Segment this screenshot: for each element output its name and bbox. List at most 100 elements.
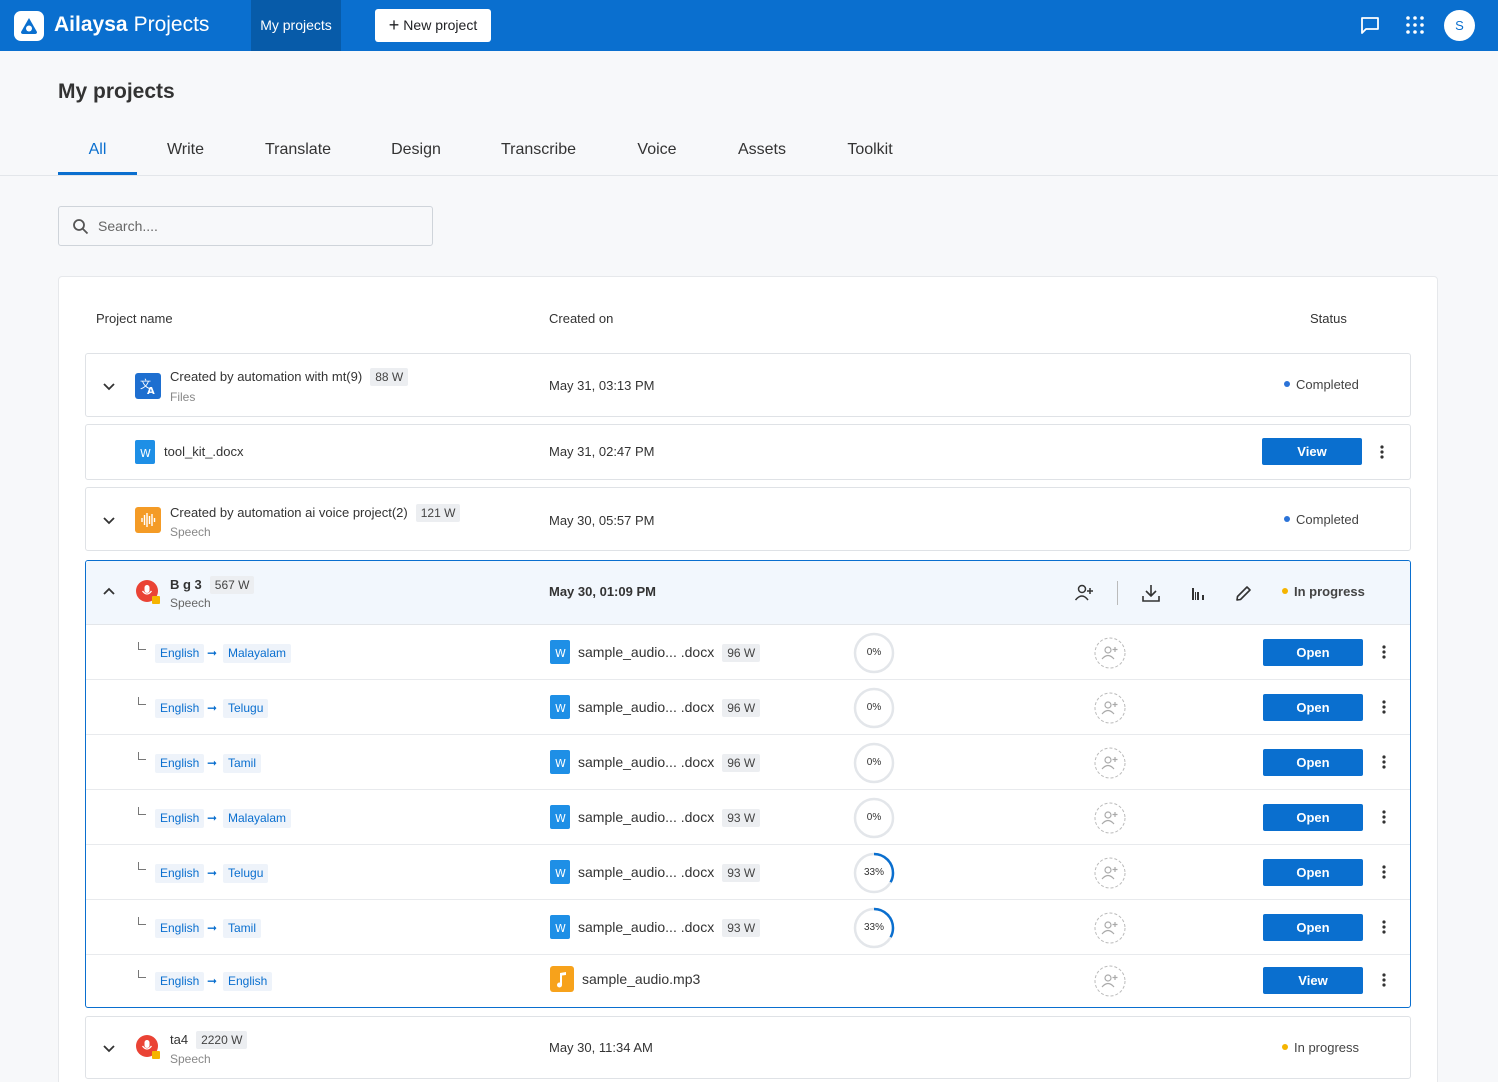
- created-date: May 31, 03:13 PM: [549, 378, 655, 393]
- assign-user-icon[interactable]: [1094, 637, 1126, 669]
- download-icon[interactable]: [1141, 583, 1161, 603]
- analytics-icon[interactable]: [1188, 583, 1208, 603]
- created-date: May 30, 11:34 AM: [549, 1040, 653, 1055]
- open-button[interactable]: Open: [1263, 859, 1363, 886]
- view-button[interactable]: View: [1263, 967, 1363, 994]
- tab-transcribe[interactable]: Transcribe: [490, 135, 587, 175]
- open-button[interactable]: Open: [1263, 804, 1363, 831]
- task-row[interactable]: English ➞ Tamil W sample_audio... .docx 9…: [86, 735, 1410, 790]
- file-name: sample_audio... .docx 96 W: [578, 644, 761, 662]
- tab-assets[interactable]: Assets: [726, 135, 798, 175]
- apps-grid-icon[interactable]: [1404, 14, 1426, 36]
- progress-label: 0%: [866, 647, 882, 658]
- target-language: Tamil: [223, 919, 262, 938]
- word-count-badge: 93 W: [722, 809, 761, 827]
- arrow-right-icon: ➞: [207, 974, 218, 988]
- audio-file-icon: [550, 966, 574, 992]
- svg-text:A: A: [147, 386, 155, 397]
- source-language: English: [155, 644, 205, 663]
- add-user-icon[interactable]: [1074, 583, 1094, 603]
- more-options-icon[interactable]: [1376, 754, 1392, 770]
- more-options-icon[interactable]: [1374, 444, 1390, 460]
- brand[interactable]: Ailaysa Projects: [54, 13, 209, 37]
- tab-translate[interactable]: Translate: [254, 135, 342, 175]
- progress-label: 33%: [863, 922, 884, 933]
- project-row[interactable]: B g 3 567 W Speech May 30, 01:09 PM In pr…: [86, 561, 1410, 625]
- task-row[interactable]: English ➞ Telugu W sample_audio... .docx…: [86, 680, 1410, 735]
- search-box[interactable]: [58, 206, 433, 246]
- word-count-badge: 96 W: [722, 754, 761, 772]
- target-language: Malayalam: [223, 644, 292, 663]
- more-options-icon[interactable]: [1376, 864, 1392, 880]
- assign-user-icon[interactable]: [1094, 965, 1126, 997]
- project-row[interactable]: Created by automation ai voice project(2…: [85, 487, 1411, 551]
- task-row[interactable]: English ➞ Malayalam W sample_audio... .d…: [86, 790, 1410, 845]
- more-options-icon[interactable]: [1376, 919, 1392, 935]
- task-row[interactable]: English ➞ Telugu W sample_audio... .docx…: [86, 845, 1410, 900]
- progress-label: 0%: [866, 757, 882, 768]
- chat-icon[interactable]: [1359, 14, 1381, 36]
- arrow-right-icon: ➞: [207, 921, 218, 935]
- word-count-badge: 93 W: [722, 919, 761, 937]
- tab-voice[interactable]: Voice: [626, 135, 688, 175]
- ailaysa-logo-icon[interactable]: [14, 11, 44, 41]
- assign-user-icon[interactable]: [1094, 692, 1126, 724]
- arrow-right-icon: ➞: [207, 811, 218, 825]
- nav-my-projects[interactable]: My projects: [251, 0, 341, 51]
- open-button[interactable]: Open: [1263, 749, 1363, 776]
- word-count-badge: 2220 W: [196, 1031, 248, 1049]
- svg-text:W: W: [555, 812, 566, 825]
- view-button[interactable]: View: [1262, 438, 1362, 465]
- source-language: English: [155, 754, 205, 773]
- project-type: Files: [170, 390, 196, 404]
- tab-all[interactable]: All: [58, 135, 137, 175]
- more-options-icon[interactable]: [1376, 644, 1392, 660]
- more-options-icon[interactable]: [1376, 699, 1392, 715]
- open-button[interactable]: Open: [1263, 914, 1363, 941]
- tab-write[interactable]: Write: [155, 135, 216, 175]
- page-title: My projects: [58, 80, 175, 103]
- assign-user-icon[interactable]: [1094, 912, 1126, 944]
- created-date: May 30, 05:57 PM: [549, 513, 655, 528]
- chevron-down-icon[interactable]: [102, 1041, 116, 1055]
- assign-user-icon[interactable]: [1094, 802, 1126, 834]
- open-button[interactable]: Open: [1263, 639, 1363, 666]
- edit-pencil-icon[interactable]: [1234, 583, 1254, 603]
- tab-design[interactable]: Design: [380, 135, 452, 175]
- more-options-icon[interactable]: [1376, 809, 1392, 825]
- word-count-badge: 96 W: [722, 699, 761, 717]
- search-input[interactable]: [98, 215, 418, 237]
- project-row[interactable]: ta4 2220 W Speech May 30, 11:34 AM In pro…: [85, 1016, 1411, 1079]
- source-language: English: [155, 864, 205, 883]
- project-type: Speech: [170, 596, 211, 610]
- task-row[interactable]: English ➞ English sample_audio.mp3 View: [86, 955, 1410, 1007]
- open-button[interactable]: Open: [1263, 694, 1363, 721]
- avatar[interactable]: S: [1444, 10, 1475, 41]
- status-badge: In progress: [1282, 584, 1365, 599]
- new-project-button[interactable]: + New project: [375, 9, 491, 42]
- arrow-right-icon: ➞: [207, 701, 218, 715]
- file-name: sample_audio... .docx 93 W: [578, 919, 761, 937]
- tab-toolkit[interactable]: Toolkit: [836, 135, 904, 175]
- word-doc-icon: W: [550, 915, 570, 939]
- expanded-project: B g 3 567 W Speech May 30, 01:09 PM In pr…: [85, 560, 1411, 1008]
- search-icon: [73, 219, 89, 235]
- task-row[interactable]: English ➞ Malayalam W sample_audio... .d…: [86, 625, 1410, 680]
- word-count-badge: 88 W: [370, 368, 409, 386]
- svg-text:W: W: [140, 447, 151, 460]
- status-badge: In progress: [1282, 1040, 1359, 1055]
- chevron-down-icon[interactable]: [102, 379, 116, 393]
- file-row[interactable]: W tool_kit_.docx May 31, 02:47 PM View: [85, 424, 1411, 480]
- project-row[interactable]: 文A Created by automation with mt(9) 88 W …: [85, 353, 1411, 417]
- audio-wave-icon: [135, 507, 161, 533]
- project-type: Speech: [170, 525, 211, 539]
- assign-user-icon[interactable]: [1094, 747, 1126, 779]
- chevron-up-icon[interactable]: [102, 585, 116, 599]
- created-date: May 31, 02:47 PM: [549, 444, 655, 459]
- more-options-icon[interactable]: [1376, 972, 1392, 988]
- progress-label: 0%: [866, 702, 882, 713]
- progress-label: 33%: [863, 867, 884, 878]
- assign-user-icon[interactable]: [1094, 857, 1126, 889]
- task-row[interactable]: English ➞ Tamil W sample_audio... .docx 9…: [86, 900, 1410, 955]
- chevron-down-icon[interactable]: [102, 513, 116, 527]
